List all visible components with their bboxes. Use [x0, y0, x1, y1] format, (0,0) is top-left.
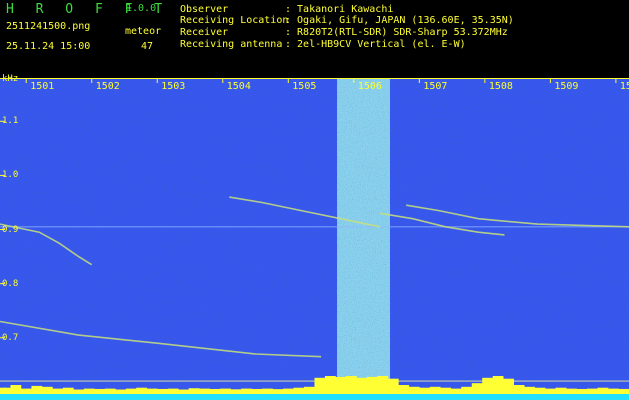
x-tick-label: 1508	[488, 81, 513, 92]
header-panel: H R O F F T 1.0.0 2511241500.png meteor …	[0, 0, 629, 78]
x-tick-label: 1506	[357, 81, 382, 92]
location-label: Receiving Location	[180, 15, 289, 26]
level-baseline	[0, 394, 629, 400]
signal-level-bar	[503, 378, 514, 394]
signal-level-bar	[461, 386, 473, 394]
signal-level-bar	[115, 389, 127, 394]
x-tick-label: 1502	[95, 81, 120, 92]
signal-level-bar	[31, 385, 43, 394]
signal-level-bar	[314, 377, 326, 394]
signal-level-bar	[377, 376, 389, 394]
signal-level-bar	[534, 387, 546, 394]
signal-level-bar	[62, 387, 74, 394]
y-tick-label: 1.0	[2, 170, 19, 181]
signal-level-bar	[73, 389, 85, 394]
observation-datetime: 25.11.24 15:00	[6, 41, 91, 52]
signal-level-bar	[136, 387, 148, 394]
signal-level-bar	[555, 387, 567, 394]
signal-level-bar	[324, 376, 336, 394]
signal-level-bar	[157, 388, 169, 394]
signal-level-bar	[262, 388, 273, 394]
signal-level-bar	[241, 388, 252, 394]
signal-level-bar	[398, 385, 410, 394]
y-tick-label: 0.9	[2, 224, 19, 235]
noise-texture	[0, 78, 629, 400]
app-version: 1.0.0	[126, 3, 157, 14]
receiver-value: : R820T2(RTL-SDR) SDR-Sharp 53.372MHz	[285, 27, 508, 38]
x-tick-label: 1509	[554, 81, 579, 92]
receiver-label: Receiver	[180, 27, 229, 38]
meteor-count-label: meteor	[125, 26, 162, 37]
signal-level-bar	[146, 388, 158, 394]
meteor-count-value: 47	[141, 41, 154, 52]
signal-level-bar	[125, 388, 137, 394]
signal-level-bar	[20, 388, 32, 394]
signal-level-bar	[545, 388, 556, 394]
antenna-label: Receiving antenna	[180, 39, 283, 50]
file-name: 2511241500.png	[6, 21, 91, 32]
signal-level-bar	[283, 388, 294, 394]
signal-level-bar	[209, 388, 221, 394]
signal-level-bar	[220, 388, 231, 394]
signal-level-bar	[482, 377, 494, 394]
signal-level-bar	[387, 378, 399, 394]
signal-level-bar	[408, 386, 420, 394]
signal-level-bar	[356, 377, 368, 394]
signal-level-bar	[188, 388, 200, 394]
y-tick-label: 0.6	[2, 386, 19, 397]
signal-level-bar	[576, 388, 588, 394]
signal-level-bar	[251, 388, 263, 394]
signal-level-bar	[440, 387, 452, 394]
signal-level-bar	[608, 388, 619, 394]
spectrogram-chart	[0, 78, 629, 400]
signal-level-bar	[492, 376, 504, 394]
signal-level-bar	[335, 376, 347, 394]
y-axis-unit: kHz	[2, 74, 19, 84]
antenna-value: : 2el-HB9CV Vertical (el. E-W)	[285, 39, 466, 50]
x-tick-label: 1507	[423, 81, 448, 92]
signal-level-bar	[524, 386, 535, 394]
signal-level-bar	[230, 389, 242, 394]
signal-level-bar	[304, 386, 315, 394]
signal-level-bar	[293, 387, 305, 394]
signal-level-bar	[167, 388, 179, 394]
x-tick-label: 1504	[226, 81, 251, 92]
y-tick-label: 0.8	[2, 278, 19, 289]
signal-level-bar	[94, 388, 106, 394]
signal-level-bar	[41, 386, 53, 394]
spectrogram-panel: kHz 1501 1502 1503 1504 1505 1506 1507 1508 1509…	[0, 74, 629, 400]
x-tick-label: 1503	[161, 81, 186, 92]
y-tick-label: 1.1	[2, 116, 19, 127]
signal-level-bar	[450, 388, 462, 394]
signal-level-bar	[471, 383, 483, 394]
signal-level-bar	[429, 386, 441, 394]
x-tick-label: 1510	[619, 81, 629, 92]
signal-level-bar	[566, 388, 577, 394]
signal-level-bar	[52, 388, 64, 394]
signal-level-bar	[104, 388, 116, 394]
x-tick-label: 1505	[292, 81, 317, 92]
signal-level-bar	[83, 388, 95, 394]
signal-level-bar	[513, 385, 525, 394]
signal-level-bar	[366, 376, 378, 394]
location-value: : Ogaki, Gifu, JAPAN (136.60E, 35.35N)	[285, 15, 514, 26]
signal-level-bar	[597, 387, 609, 394]
observer-label: Observer	[180, 4, 229, 15]
signal-level-bar	[199, 388, 210, 394]
y-tick-label: 0.7	[2, 332, 19, 343]
signal-level-bar	[587, 388, 598, 394]
x-tick-label: 1501	[30, 81, 55, 92]
signal-level-bar	[272, 389, 284, 394]
observer-value: : Takanori Kawachi	[285, 4, 394, 15]
signal-level-bar	[618, 388, 629, 394]
signal-level-bar	[345, 376, 357, 394]
signal-level-bar	[419, 387, 431, 394]
signal-level-bar	[178, 389, 189, 394]
interference-band-texture	[337, 78, 390, 400]
